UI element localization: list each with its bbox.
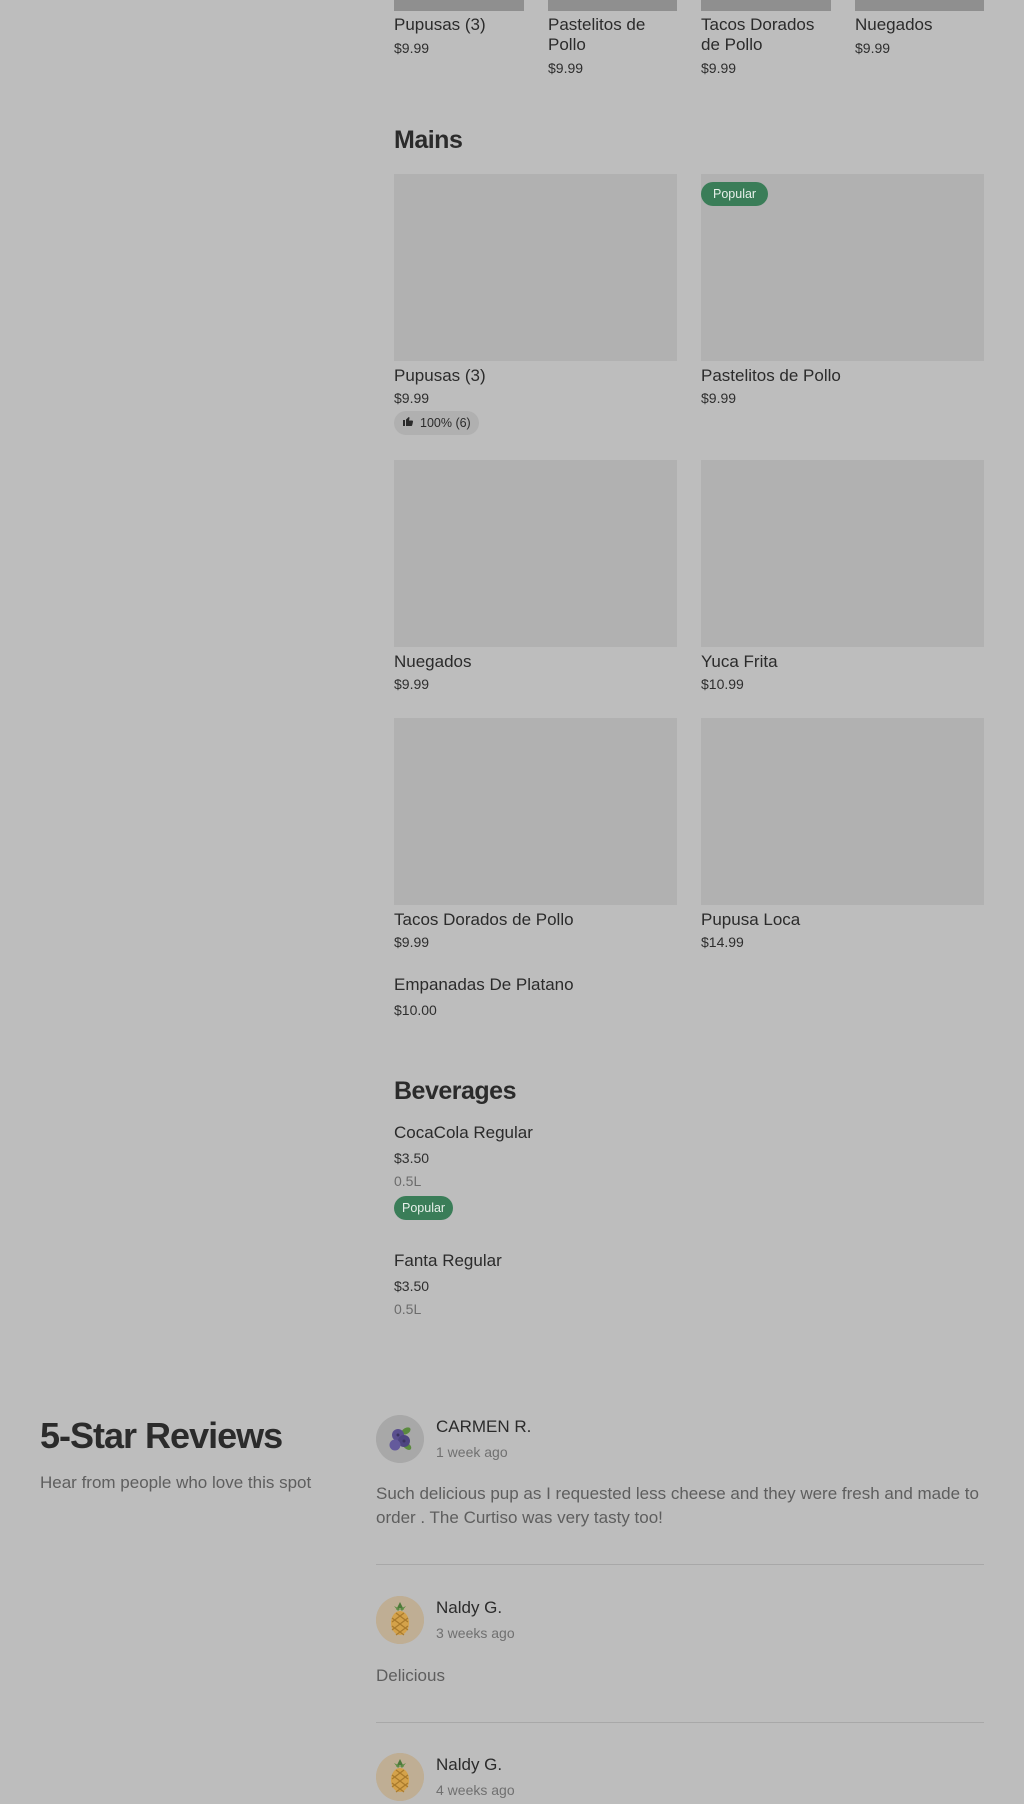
item-price: $9.99 bbox=[855, 40, 891, 56]
pineapple-icon bbox=[376, 1596, 424, 1644]
item-name[interactable]: Pupusas (3) bbox=[394, 366, 486, 386]
section-title-mains: Mains bbox=[394, 126, 463, 154]
item-name[interactable]: CocaCola Regular bbox=[394, 1123, 533, 1143]
item-image[interactable] bbox=[701, 718, 984, 905]
item-price: $14.99 bbox=[701, 934, 744, 950]
item-image[interactable] bbox=[394, 718, 677, 905]
item-image[interactable] bbox=[548, 0, 677, 11]
item-price: $10.00 bbox=[394, 1002, 437, 1018]
item-name[interactable]: Nuegados bbox=[855, 15, 984, 35]
item-price: $10.99 bbox=[701, 676, 744, 692]
item-name[interactable]: Fanta Regular bbox=[394, 1251, 502, 1271]
item-image[interactable] bbox=[701, 460, 984, 647]
review-time: 3 weeks ago bbox=[436, 1625, 515, 1641]
popular-badge: Popular bbox=[394, 1196, 454, 1220]
item-price: $9.99 bbox=[394, 390, 430, 406]
item-name[interactable]: Pupusas (3) bbox=[394, 15, 524, 35]
thumbs-up-icon bbox=[402, 411, 414, 435]
item-image[interactable] bbox=[855, 0, 984, 11]
item-price: $3.50 bbox=[394, 1150, 430, 1166]
item-name[interactable]: Pupusa Loca bbox=[701, 910, 800, 930]
reviewer-name: CARMEN R. bbox=[436, 1417, 532, 1436]
section-title-beverages: Beverages bbox=[394, 1077, 516, 1105]
divider bbox=[376, 1722, 984, 1723]
item-price: $9.99 bbox=[394, 676, 430, 692]
review-time: 1 week ago bbox=[436, 1444, 508, 1460]
item-name[interactable]: Pastelitos de Pollo bbox=[701, 366, 841, 386]
review-text: Such delicious pup as I requested less c… bbox=[376, 1484, 979, 1527]
item-price: $9.99 bbox=[701, 390, 737, 406]
item-name[interactable]: Nuegados bbox=[394, 652, 472, 672]
item-name[interactable]: Tacos Dorados de Pollo bbox=[701, 15, 831, 55]
item-name[interactable]: Empanadas De Platano bbox=[394, 975, 574, 995]
item-size: 0.5L bbox=[394, 1301, 422, 1317]
item-image[interactable] bbox=[394, 460, 677, 647]
item-price: $3.50 bbox=[394, 1278, 430, 1294]
reviews-title: 5-Star Reviews bbox=[40, 1415, 283, 1456]
item-name[interactable]: Pastelitos de Pollo bbox=[548, 15, 677, 55]
rating-text: 100% (6) bbox=[420, 416, 471, 430]
review-time: 4 weeks ago bbox=[436, 1782, 515, 1798]
reviewer-name: Naldy G. bbox=[436, 1755, 503, 1774]
item-image[interactable] bbox=[701, 0, 831, 11]
item-price: $9.99 bbox=[394, 934, 430, 950]
reviews-subtitle: Hear from people who love this spot bbox=[40, 1473, 312, 1492]
item-price: $9.99 bbox=[548, 60, 584, 76]
item-image[interactable] bbox=[394, 0, 524, 11]
item-price: $9.99 bbox=[701, 60, 737, 76]
popular-badge: Popular bbox=[701, 182, 769, 206]
item-name[interactable]: Tacos Dorados de Pollo bbox=[394, 910, 574, 930]
review-text: Delicious bbox=[376, 1666, 445, 1685]
item-size: 0.5L bbox=[394, 1173, 422, 1189]
rating-chip: 100% (6) bbox=[394, 411, 479, 435]
blueberry-icon bbox=[376, 1415, 424, 1463]
item-price: $9.99 bbox=[394, 40, 430, 56]
pineapple-icon bbox=[376, 1753, 424, 1801]
reviewer-name: Naldy G. bbox=[436, 1598, 503, 1617]
item-name[interactable]: Yuca Frita bbox=[701, 652, 778, 672]
divider bbox=[376, 1564, 984, 1565]
item-image[interactable] bbox=[394, 174, 677, 361]
